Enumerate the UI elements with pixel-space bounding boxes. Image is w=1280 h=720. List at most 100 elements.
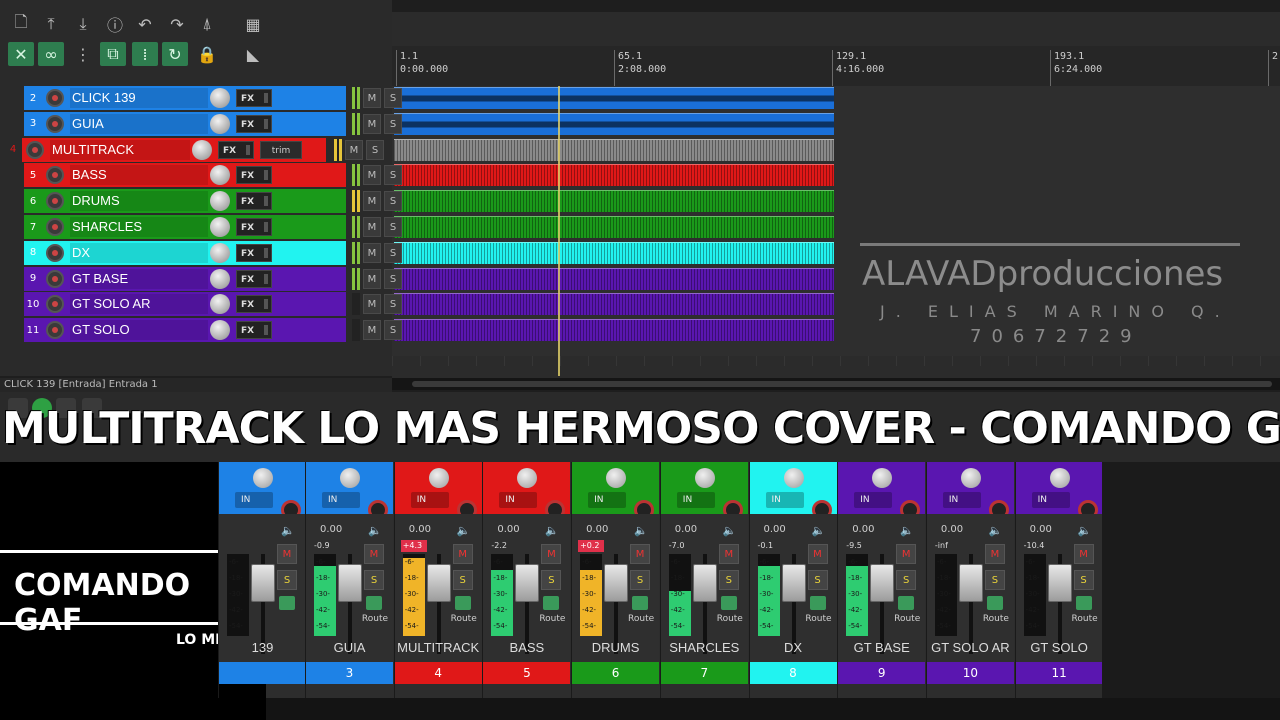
pan-knob[interactable] xyxy=(517,468,538,488)
record-arm-button[interactable] xyxy=(46,295,64,314)
fx-button[interactable]: FX xyxy=(236,295,272,314)
mute-button[interactable]: M xyxy=(364,544,384,564)
volume-knob[interactable] xyxy=(210,320,230,341)
audio-item[interactable] xyxy=(394,87,834,109)
mute-button[interactable]: M xyxy=(345,139,363,160)
speaker-icon[interactable]: 🔈 xyxy=(723,524,737,537)
route-icon[interactable] xyxy=(809,596,826,610)
fx-button[interactable]: FX xyxy=(236,269,272,288)
solo-button[interactable]: S xyxy=(364,570,384,590)
solo-button[interactable]: S xyxy=(630,570,651,590)
track-lane[interactable] xyxy=(392,86,1280,110)
mute-button[interactable]: M xyxy=(896,544,917,564)
track-header[interactable]: MULTITRACK FX trim xyxy=(22,137,326,162)
speaker-icon[interactable]: 🔈 xyxy=(545,524,559,537)
solo-button[interactable]: S xyxy=(384,88,402,108)
fx-button[interactable]: FX xyxy=(236,192,272,211)
playhead[interactable] xyxy=(558,86,560,376)
fx-button[interactable]: FX xyxy=(236,89,272,107)
pan-knob[interactable] xyxy=(253,468,273,488)
track-name[interactable]: BASS xyxy=(70,165,208,186)
track-header[interactable]: GT SOLO FX xyxy=(42,318,346,343)
track-lane[interactable] xyxy=(392,138,1280,162)
volume-fader[interactable] xyxy=(958,564,983,602)
volume-knob[interactable] xyxy=(192,139,212,160)
trim-button[interactable]: trim xyxy=(260,140,302,159)
volume-fader[interactable] xyxy=(781,564,806,602)
track-header[interactable]: GT SOLO AR FX xyxy=(42,292,346,317)
pan-knob[interactable] xyxy=(694,468,715,488)
track-name[interactable]: CLICK 139 xyxy=(70,88,208,108)
metronome-icon[interactable]: ⍋ xyxy=(194,12,220,36)
mute-button[interactable]: M xyxy=(363,165,381,186)
mute-button[interactable]: M xyxy=(541,544,562,564)
undo-icon[interactable]: ↶ xyxy=(132,12,158,36)
track-row[interactable]: 11 GT SOLO FX M S xyxy=(24,318,402,343)
record-arm-button[interactable] xyxy=(46,321,64,340)
route-button[interactable]: Route xyxy=(447,614,481,624)
track-name[interactable]: GUIA xyxy=(70,113,208,134)
audio-item[interactable] xyxy=(394,138,834,161)
volume-fader[interactable] xyxy=(338,564,362,602)
lock-icon[interactable]: 🔒 xyxy=(194,42,220,66)
route-icon[interactable] xyxy=(632,596,649,610)
solo-button[interactable]: S xyxy=(1073,570,1094,590)
track-header[interactable]: DX FX xyxy=(42,240,346,265)
solo-button[interactable]: S xyxy=(384,113,402,134)
input-button[interactable]: IN xyxy=(1031,492,1070,508)
track-name[interactable]: GT SOLO AR xyxy=(70,294,208,315)
solo-button[interactable]: S xyxy=(718,570,739,590)
volume-knob[interactable] xyxy=(210,242,230,263)
pan-knob[interactable] xyxy=(428,468,449,488)
audio-item[interactable] xyxy=(394,267,834,290)
solo-button[interactable]: S xyxy=(384,217,402,237)
link-icon[interactable]: ∞ xyxy=(38,42,64,66)
route-button[interactable]: Route xyxy=(713,614,747,624)
volume-knob[interactable] xyxy=(210,88,230,108)
solo-button[interactable]: S xyxy=(452,570,473,590)
mute-button[interactable]: M xyxy=(630,544,651,564)
route-button[interactable]: Route xyxy=(535,614,569,624)
audio-item[interactable] xyxy=(394,112,834,135)
track-name[interactable]: GT BASE xyxy=(70,268,208,289)
route-button[interactable]: Route xyxy=(624,614,658,624)
pan-knob[interactable] xyxy=(606,468,627,488)
track-row[interactable]: 4 MULTITRACK FX trim M S xyxy=(4,137,384,162)
volume-fader[interactable] xyxy=(692,564,717,602)
mute-button[interactable]: M xyxy=(363,88,381,108)
track-name[interactable]: GT SOLO xyxy=(70,320,208,341)
mixer-strip[interactable]: IN 🔈 0.00 +4.3 -6- -18- -30- -42- -54- M S Route MUL… xyxy=(393,462,482,698)
track-row[interactable]: 8 DX FX M S xyxy=(24,240,402,265)
volume-fader[interactable] xyxy=(1047,564,1072,602)
audio-item[interactable] xyxy=(394,293,834,316)
track-header[interactable]: SHARCLES FX xyxy=(42,215,346,239)
solo-button[interactable]: S xyxy=(896,570,917,590)
volume-fader[interactable] xyxy=(604,564,629,602)
track-row[interactable]: 10 GT SOLO AR FX M S xyxy=(24,292,402,317)
track-header[interactable]: CLICK 139 FX xyxy=(42,86,346,110)
mute-button[interactable]: M xyxy=(363,320,381,341)
fx-button[interactable]: FX xyxy=(218,140,254,159)
group-icon[interactable]: ⧉ xyxy=(100,42,126,66)
mixer-strip[interactable]: IN 🔈 0.00 -0.1 -6- -18- -30- -42- -54- M S Route DX 8 xyxy=(748,462,837,698)
mixer-strip[interactable]: IN 🔈 0.00 +0.2 -6- -18- -30- -42- -54- M S Route DRU… xyxy=(571,462,660,698)
speaker-icon[interactable]: 🔈 xyxy=(1078,524,1092,537)
solo-button[interactable]: S xyxy=(984,570,1005,590)
grid-snap-icon[interactable]: ⋮ xyxy=(70,42,96,66)
mute-button[interactable]: M xyxy=(984,544,1005,564)
record-arm-button[interactable] xyxy=(46,89,64,107)
volume-fader[interactable] xyxy=(515,564,540,602)
arrange-view[interactable]: 1.1 0:00.000 65.1 2:08.000 129.1 4:16.000 193.… xyxy=(392,12,1280,380)
solo-button[interactable]: S xyxy=(807,570,828,590)
solo-button[interactable]: S xyxy=(384,242,402,263)
solo-button[interactable]: S xyxy=(384,320,402,341)
mixer-strip[interactable]: IN 🔈 0.00 -9.5 -6- -18- -30- -42- -54- M S Route GT … xyxy=(837,462,926,698)
mute-button[interactable]: M xyxy=(1073,544,1094,564)
route-icon[interactable] xyxy=(720,596,737,610)
speaker-icon[interactable]: 🔈 xyxy=(812,524,826,537)
solo-button[interactable]: S xyxy=(366,139,384,160)
solo-button[interactable]: S xyxy=(384,268,402,289)
fx-button[interactable]: FX xyxy=(236,321,272,340)
volume-knob[interactable] xyxy=(210,113,230,134)
redo-icon[interactable]: ↷ xyxy=(164,12,190,36)
